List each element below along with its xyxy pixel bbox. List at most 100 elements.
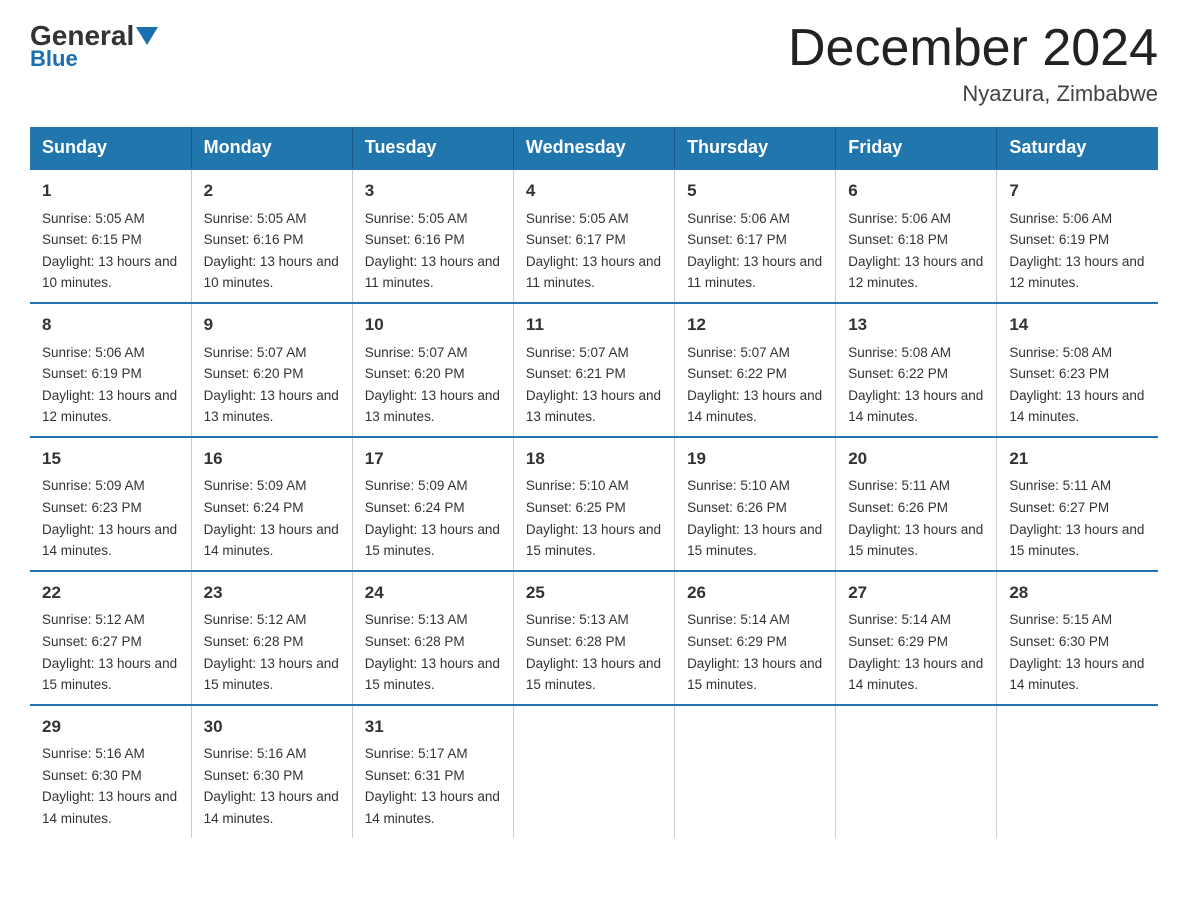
calendar-day-cell: 23 Sunrise: 5:12 AM Sunset: 6:28 PM Dayl… bbox=[191, 571, 352, 705]
day-info: Sunrise: 5:05 AM Sunset: 6:17 PM Dayligh… bbox=[526, 208, 662, 294]
header-saturday: Saturday bbox=[997, 127, 1158, 169]
calendar-day-cell: 29 Sunrise: 5:16 AM Sunset: 6:30 PM Dayl… bbox=[30, 705, 191, 838]
day-info: Sunrise: 5:05 AM Sunset: 6:16 PM Dayligh… bbox=[204, 208, 340, 294]
calendar-day-cell: 5 Sunrise: 5:06 AM Sunset: 6:17 PM Dayli… bbox=[675, 169, 836, 303]
day-number: 23 bbox=[204, 580, 340, 606]
calendar-header-row: Sunday Monday Tuesday Wednesday Thursday… bbox=[30, 127, 1158, 169]
calendar-day-cell: 6 Sunrise: 5:06 AM Sunset: 6:18 PM Dayli… bbox=[836, 169, 997, 303]
header-monday: Monday bbox=[191, 127, 352, 169]
day-info: Sunrise: 5:11 AM Sunset: 6:27 PM Dayligh… bbox=[1009, 475, 1146, 561]
calendar-day-cell: 15 Sunrise: 5:09 AM Sunset: 6:23 PM Dayl… bbox=[30, 437, 191, 571]
header-friday: Friday bbox=[836, 127, 997, 169]
day-info: Sunrise: 5:14 AM Sunset: 6:29 PM Dayligh… bbox=[848, 609, 984, 695]
calendar-table: Sunday Monday Tuesday Wednesday Thursday… bbox=[30, 127, 1158, 837]
day-number: 26 bbox=[687, 580, 823, 606]
calendar-day-cell: 8 Sunrise: 5:06 AM Sunset: 6:19 PM Dayli… bbox=[30, 303, 191, 437]
day-number: 19 bbox=[687, 446, 823, 472]
day-info: Sunrise: 5:10 AM Sunset: 6:25 PM Dayligh… bbox=[526, 475, 662, 561]
day-number: 14 bbox=[1009, 312, 1146, 338]
day-number: 17 bbox=[365, 446, 501, 472]
calendar-day-cell: 1 Sunrise: 5:05 AM Sunset: 6:15 PM Dayli… bbox=[30, 169, 191, 303]
calendar-day-cell: 28 Sunrise: 5:15 AM Sunset: 6:30 PM Dayl… bbox=[997, 571, 1158, 705]
day-info: Sunrise: 5:06 AM Sunset: 6:18 PM Dayligh… bbox=[848, 208, 984, 294]
logo-blue: Blue bbox=[30, 46, 78, 72]
day-number: 9 bbox=[204, 312, 340, 338]
calendar-day-cell: 9 Sunrise: 5:07 AM Sunset: 6:20 PM Dayli… bbox=[191, 303, 352, 437]
calendar-day-cell: 18 Sunrise: 5:10 AM Sunset: 6:25 PM Dayl… bbox=[513, 437, 674, 571]
page-header: General Blue December 2024 Nyazura, Zimb… bbox=[30, 20, 1158, 107]
calendar-week-row: 22 Sunrise: 5:12 AM Sunset: 6:27 PM Dayl… bbox=[30, 571, 1158, 705]
day-number: 22 bbox=[42, 580, 179, 606]
day-info: Sunrise: 5:06 AM Sunset: 6:17 PM Dayligh… bbox=[687, 208, 823, 294]
location-subtitle: Nyazura, Zimbabwe bbox=[788, 81, 1158, 107]
calendar-day-cell: 3 Sunrise: 5:05 AM Sunset: 6:16 PM Dayli… bbox=[352, 169, 513, 303]
day-number: 11 bbox=[526, 312, 662, 338]
calendar-day-cell: 4 Sunrise: 5:05 AM Sunset: 6:17 PM Dayli… bbox=[513, 169, 674, 303]
header-tuesday: Tuesday bbox=[352, 127, 513, 169]
header-thursday: Thursday bbox=[675, 127, 836, 169]
day-info: Sunrise: 5:05 AM Sunset: 6:16 PM Dayligh… bbox=[365, 208, 501, 294]
day-info: Sunrise: 5:11 AM Sunset: 6:26 PM Dayligh… bbox=[848, 475, 984, 561]
calendar-day-cell: 22 Sunrise: 5:12 AM Sunset: 6:27 PM Dayl… bbox=[30, 571, 191, 705]
day-info: Sunrise: 5:07 AM Sunset: 6:21 PM Dayligh… bbox=[526, 342, 662, 428]
header-sunday: Sunday bbox=[30, 127, 191, 169]
calendar-day-cell: 10 Sunrise: 5:07 AM Sunset: 6:20 PM Dayl… bbox=[352, 303, 513, 437]
day-info: Sunrise: 5:14 AM Sunset: 6:29 PM Dayligh… bbox=[687, 609, 823, 695]
calendar-day-cell: 30 Sunrise: 5:16 AM Sunset: 6:30 PM Dayl… bbox=[191, 705, 352, 838]
day-number: 12 bbox=[687, 312, 823, 338]
day-info: Sunrise: 5:15 AM Sunset: 6:30 PM Dayligh… bbox=[1009, 609, 1146, 695]
day-number: 8 bbox=[42, 312, 179, 338]
calendar-week-row: 29 Sunrise: 5:16 AM Sunset: 6:30 PM Dayl… bbox=[30, 705, 1158, 838]
day-info: Sunrise: 5:10 AM Sunset: 6:26 PM Dayligh… bbox=[687, 475, 823, 561]
calendar-day-cell: 19 Sunrise: 5:10 AM Sunset: 6:26 PM Dayl… bbox=[675, 437, 836, 571]
day-number: 5 bbox=[687, 178, 823, 204]
calendar-day-cell: 11 Sunrise: 5:07 AM Sunset: 6:21 PM Dayl… bbox=[513, 303, 674, 437]
day-number: 6 bbox=[848, 178, 984, 204]
calendar-day-cell: 24 Sunrise: 5:13 AM Sunset: 6:28 PM Dayl… bbox=[352, 571, 513, 705]
day-number: 13 bbox=[848, 312, 984, 338]
main-title: December 2024 bbox=[788, 20, 1158, 77]
day-number: 24 bbox=[365, 580, 501, 606]
day-info: Sunrise: 5:09 AM Sunset: 6:24 PM Dayligh… bbox=[204, 475, 340, 561]
day-number: 18 bbox=[526, 446, 662, 472]
day-info: Sunrise: 5:09 AM Sunset: 6:24 PM Dayligh… bbox=[365, 475, 501, 561]
day-number: 4 bbox=[526, 178, 662, 204]
day-number: 25 bbox=[526, 580, 662, 606]
calendar-day-cell: 2 Sunrise: 5:05 AM Sunset: 6:16 PM Dayli… bbox=[191, 169, 352, 303]
calendar-day-cell bbox=[675, 705, 836, 838]
calendar-week-row: 1 Sunrise: 5:05 AM Sunset: 6:15 PM Dayli… bbox=[30, 169, 1158, 303]
calendar-day-cell: 21 Sunrise: 5:11 AM Sunset: 6:27 PM Dayl… bbox=[997, 437, 1158, 571]
day-info: Sunrise: 5:08 AM Sunset: 6:23 PM Dayligh… bbox=[1009, 342, 1146, 428]
calendar-day-cell: 14 Sunrise: 5:08 AM Sunset: 6:23 PM Dayl… bbox=[997, 303, 1158, 437]
day-info: Sunrise: 5:07 AM Sunset: 6:20 PM Dayligh… bbox=[204, 342, 340, 428]
day-info: Sunrise: 5:16 AM Sunset: 6:30 PM Dayligh… bbox=[204, 743, 340, 829]
logo: General Blue bbox=[30, 20, 158, 72]
day-number: 3 bbox=[365, 178, 501, 204]
day-info: Sunrise: 5:05 AM Sunset: 6:15 PM Dayligh… bbox=[42, 208, 179, 294]
day-number: 31 bbox=[365, 714, 501, 740]
day-info: Sunrise: 5:06 AM Sunset: 6:19 PM Dayligh… bbox=[42, 342, 179, 428]
day-info: Sunrise: 5:07 AM Sunset: 6:20 PM Dayligh… bbox=[365, 342, 501, 428]
day-number: 30 bbox=[204, 714, 340, 740]
day-number: 21 bbox=[1009, 446, 1146, 472]
day-info: Sunrise: 5:16 AM Sunset: 6:30 PM Dayligh… bbox=[42, 743, 179, 829]
calendar-day-cell: 31 Sunrise: 5:17 AM Sunset: 6:31 PM Dayl… bbox=[352, 705, 513, 838]
day-info: Sunrise: 5:07 AM Sunset: 6:22 PM Dayligh… bbox=[687, 342, 823, 428]
day-info: Sunrise: 5:08 AM Sunset: 6:22 PM Dayligh… bbox=[848, 342, 984, 428]
calendar-day-cell: 27 Sunrise: 5:14 AM Sunset: 6:29 PM Dayl… bbox=[836, 571, 997, 705]
day-number: 7 bbox=[1009, 178, 1146, 204]
day-info: Sunrise: 5:12 AM Sunset: 6:27 PM Dayligh… bbox=[42, 609, 179, 695]
day-number: 27 bbox=[848, 580, 984, 606]
day-number: 2 bbox=[204, 178, 340, 204]
calendar-day-cell: 7 Sunrise: 5:06 AM Sunset: 6:19 PM Dayli… bbox=[997, 169, 1158, 303]
calendar-day-cell bbox=[997, 705, 1158, 838]
day-info: Sunrise: 5:12 AM Sunset: 6:28 PM Dayligh… bbox=[204, 609, 340, 695]
day-info: Sunrise: 5:13 AM Sunset: 6:28 PM Dayligh… bbox=[365, 609, 501, 695]
day-number: 16 bbox=[204, 446, 340, 472]
calendar-day-cell bbox=[513, 705, 674, 838]
day-number: 28 bbox=[1009, 580, 1146, 606]
calendar-day-cell: 25 Sunrise: 5:13 AM Sunset: 6:28 PM Dayl… bbox=[513, 571, 674, 705]
calendar-week-row: 8 Sunrise: 5:06 AM Sunset: 6:19 PM Dayli… bbox=[30, 303, 1158, 437]
day-info: Sunrise: 5:09 AM Sunset: 6:23 PM Dayligh… bbox=[42, 475, 179, 561]
calendar-day-cell: 12 Sunrise: 5:07 AM Sunset: 6:22 PM Dayl… bbox=[675, 303, 836, 437]
